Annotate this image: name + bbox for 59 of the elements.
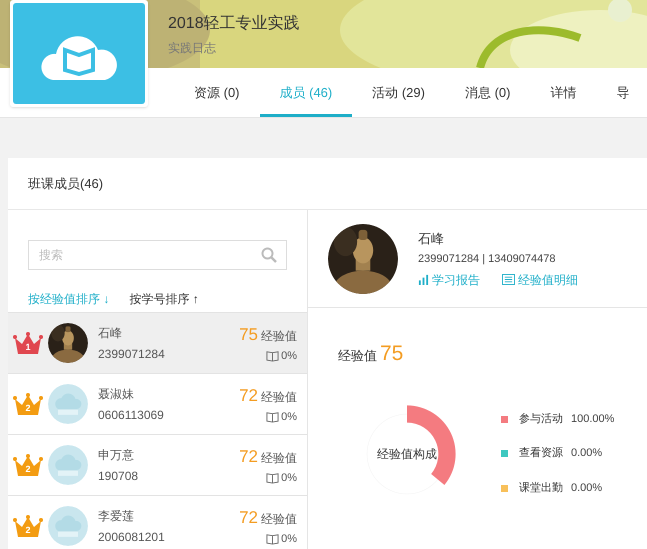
score-unit: 经验值 [261,450,297,467]
legend-percent: 0.00% [571,446,602,462]
book-icon [266,410,280,424]
experience-value: 75 [380,341,404,367]
sort-button[interactable]: 按学号排序 ↑ [129,290,199,308]
member-row[interactable]: 2 李爱莲 2006081201 72 经验值 0% [8,495,307,549]
nav-tab[interactable]: 详情 [530,68,596,117]
book-icon [266,349,280,362]
member-name: 聂淑妹 [98,386,135,402]
member-name: 申万意 [98,446,135,464]
donut-label: 经验值构成 [377,446,437,462]
rank-badge: 2 [13,453,43,477]
member-id: 190708 [98,468,140,484]
bar-chart-icon [418,274,429,285]
course-subtitle: 实践日志 [168,40,217,57]
panel-title: 班课成员(46) [28,174,104,193]
list-icon [502,274,515,285]
score-unit: 经验值 [261,511,297,528]
avatar-placeholder-icon [48,445,88,485]
member-score: 75 [239,324,258,346]
experience-label: 经验值 [338,347,377,365]
member-id: 2006081201 [98,528,166,546]
legend-percent: 0.00% [571,480,602,496]
course-title: 2018轻工专业实践 [168,14,301,34]
book-icon [266,532,280,546]
member-id: 2399071284 [98,346,166,362]
member-score: 72 [239,507,258,529]
progress-percent: 0% [281,348,297,364]
book-icon [266,471,280,484]
nav-tab[interactable]: 导 [596,68,647,117]
progress-percent: 0% [281,470,297,486]
legend-percent: 100.00% [571,412,614,427]
member-row[interactable]: 1 石峰 2399071284 75 经验值 0% [8,312,307,373]
legend-label: 参与活动 [519,412,563,427]
rank-badge: 2 [13,392,43,416]
legend-label: 课堂出勤 [519,480,563,496]
avatar-placeholder-icon [48,384,88,424]
search-icon [261,247,277,263]
nav-tab[interactable]: 资源 (0) [174,68,260,117]
member-row[interactable]: 2 聂淑妹 0606113069 72 经验值 0% [8,373,307,434]
score-unit: 经验值 [261,389,297,406]
rank-badge: 2 [13,514,43,538]
search-field[interactable]: 搜索 [28,240,287,270]
member-name: 石峰 [98,324,123,342]
member-score: 72 [239,446,258,468]
progress-percent: 0% [281,410,297,424]
member-name: 李爱莲 [98,508,135,524]
rank-badge: 1 [13,331,43,355]
profile-contact: 2399071284 | 13409074478 [418,252,556,267]
profile-name: 石峰 [418,230,445,248]
legend-label: 查看资源 [519,446,563,462]
member-score: 72 [239,385,258,407]
nav-tab[interactable]: 消息 (0) [444,68,530,117]
score-unit: 经验值 [261,328,297,345]
member-id: 0606113069 [98,406,165,424]
avatar-placeholder-icon [48,506,88,546]
member-row[interactable]: 2 申万意 190708 72 经验值 0% [8,434,307,495]
progress-percent: 0% [281,532,297,546]
nav-tab[interactable]: 活动 (29) [352,68,445,117]
